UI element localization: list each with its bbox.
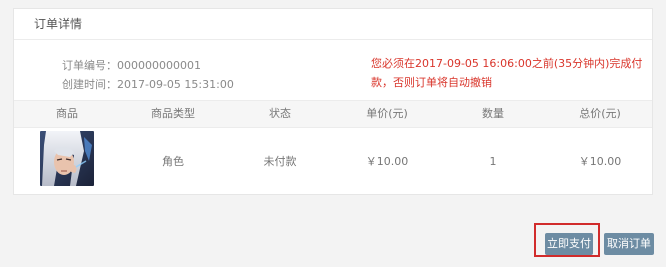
payment-deadline-warning: 您必须在2017-09-05 16:06:00之前(35分钟内)完成付款，否则订…	[371, 57, 643, 89]
column-header-status: 状态	[269, 107, 291, 120]
table-row: 角色 未付款 ￥10.00 1 ￥10.00	[14, 128, 652, 196]
created-time-value: 2017-09-05 15:31:00	[117, 78, 234, 91]
column-header-quantity: 数量	[482, 107, 504, 120]
product-image[interactable]	[40, 131, 94, 186]
status-cell: 未付款	[263, 155, 297, 168]
unit-price-cell: ￥10.00	[365, 155, 409, 168]
created-time-label: 创建时间：	[62, 78, 117, 91]
order-info: 订单编号：000000000001 创建时间：2017-09-05 15:31:…	[14, 40, 652, 100]
table-header: 商品 商品类型 状态 单价(元) 数量 总价(元)	[14, 100, 652, 128]
product-type-cell: 角色	[162, 155, 184, 168]
column-header-product: 商品	[56, 107, 78, 120]
pay-now-button[interactable]: 立即支付	[545, 233, 593, 255]
cancel-order-button[interactable]: 取消订单	[604, 233, 654, 255]
order-number-label: 订单编号：	[62, 59, 117, 72]
column-header-total-price: 总价(元)	[579, 107, 621, 120]
order-details-panel: 订单详情 订单编号：000000000001 创建时间：2017-09-05 1…	[13, 8, 653, 195]
quantity-cell: 1	[489, 155, 497, 168]
created-time: 创建时间：2017-09-05 15:31:00	[62, 76, 234, 92]
panel-title: 订单详情	[14, 9, 652, 40]
order-number: 订单编号：000000000001	[62, 57, 201, 73]
column-header-unit-price: 单价(元)	[366, 107, 408, 120]
column-header-product-type: 商品类型	[151, 107, 195, 120]
total-price-cell: ￥10.00	[578, 155, 622, 168]
order-number-value: 000000000001	[117, 59, 201, 72]
